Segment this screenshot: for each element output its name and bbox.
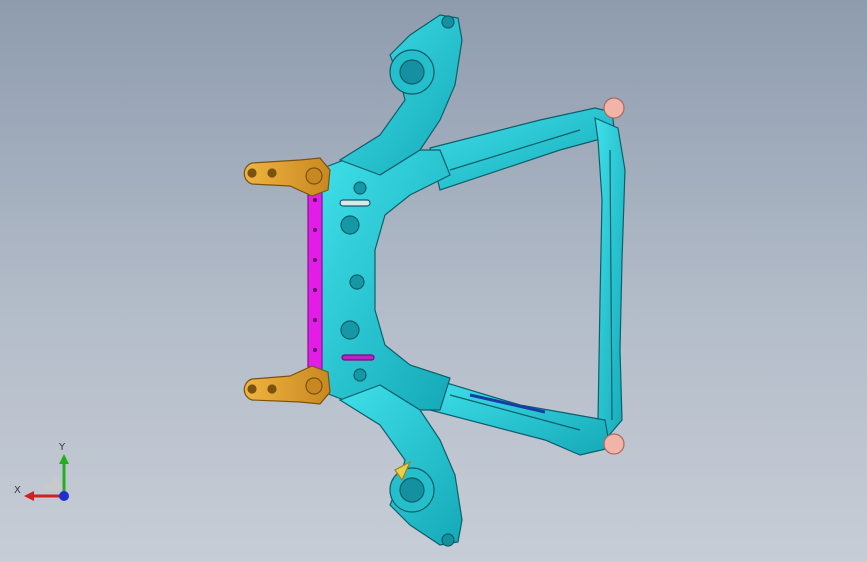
graphics-viewport[interactable]: Y X [0, 0, 867, 562]
top-right-bushing [603, 97, 625, 119]
x-axis-label: X [14, 485, 21, 496]
y-axis-label: Y [59, 442, 66, 453]
center-body [317, 149, 451, 411]
bottom-right-bushing [603, 433, 625, 455]
rear-frame [429, 107, 626, 456]
coordinate-triad: Y X [12, 440, 76, 510]
subframe-model[interactable] [0, 0, 867, 562]
lower-orange-bracket [243, 365, 331, 405]
magenta-crossbar [307, 187, 323, 374]
upper-orange-bracket [243, 157, 331, 197]
triad-icon [24, 454, 69, 501]
